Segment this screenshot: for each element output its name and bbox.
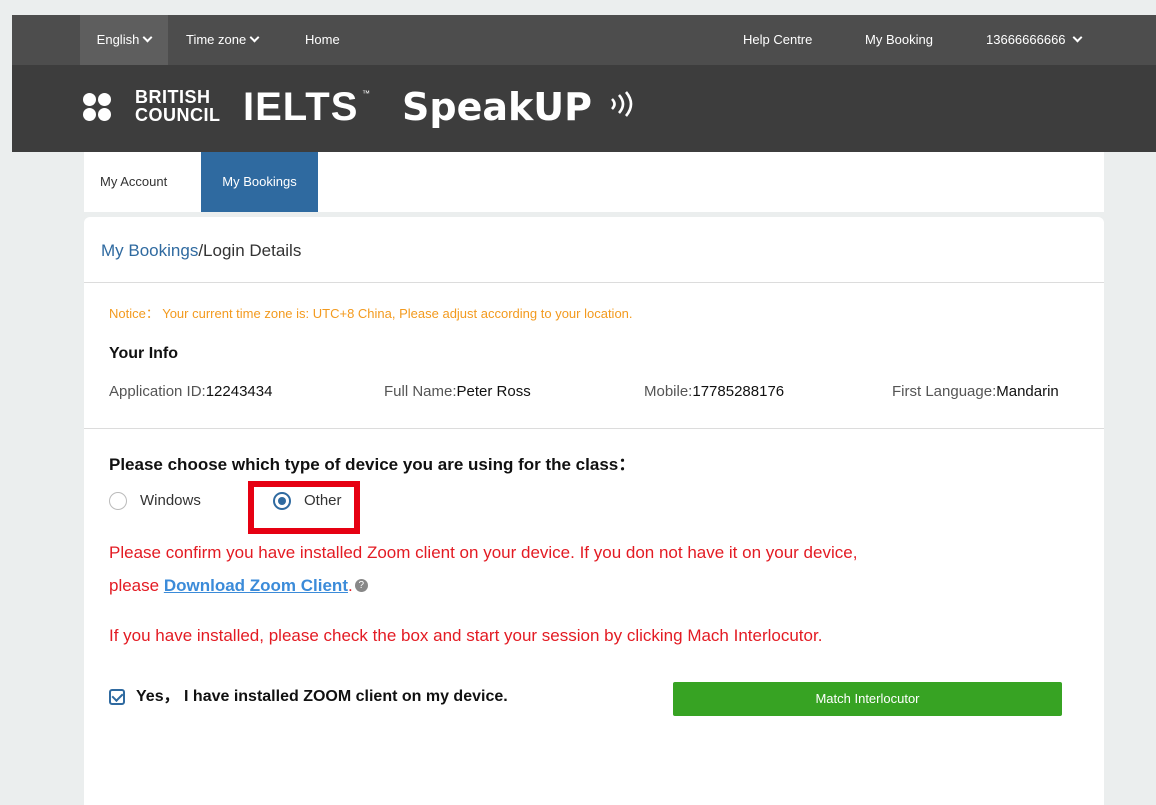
download-zoom-link[interactable]: Download Zoom Client — [164, 576, 348, 595]
speakup-logo: SpeakUP — [402, 85, 592, 129]
full-name-value: Peter Ross — [456, 383, 531, 400]
match-interlocutor-button[interactable]: Match Interlocutor — [673, 682, 1062, 716]
timezone-selector[interactable]: Time zone — [186, 15, 260, 65]
language-selector[interactable]: English — [80, 15, 168, 65]
login-details-card: My Bookings/Login Details Notice： Your c… — [84, 217, 1104, 805]
help-centre-link[interactable]: Help Centre — [743, 15, 812, 65]
council-line1: BRITISH — [135, 87, 211, 107]
british-council-dots-icon — [83, 89, 127, 127]
my-booking-link[interactable]: My Booking — [865, 15, 933, 65]
council-line2: COUNCIL — [135, 105, 221, 125]
application-id: Application ID:12243434 — [109, 383, 272, 400]
breadcrumb-my-bookings-link[interactable]: My Bookings — [101, 241, 198, 260]
breadcrumb: My Bookings/Login Details — [101, 241, 301, 261]
application-id-value: 12243434 — [205, 383, 273, 400]
language-label: English — [96, 32, 140, 47]
brand-header: BRITISH COUNCIL IELTS ™ SpeakUP — [12, 65, 1156, 152]
first-language: First Language:Mandarin — [892, 383, 1059, 400]
chevron-down-icon — [142, 32, 153, 43]
account-phone: 13666666666 — [986, 32, 1066, 47]
full-name-label: Full Name: — [384, 383, 457, 400]
zoom-warning-line3: If you have installed, please check the … — [109, 626, 823, 645]
tab-my-bookings[interactable]: My Bookings — [201, 152, 318, 212]
your-info-heading: Your Info — [109, 345, 179, 362]
account-menu[interactable]: 13666666666 — [986, 15, 1082, 65]
breadcrumb-current: /Login Details — [198, 241, 302, 260]
first-language-value: Mandarin — [996, 383, 1059, 400]
timezone-notice: Notice： Your current time zone is: UTC+8… — [109, 306, 633, 321]
application-id-label: Application ID: — [109, 383, 206, 400]
zoom-warning-line2: please Download Zoom Client.? — [109, 575, 368, 597]
zoom-warning-prefix: please — [109, 576, 164, 595]
divider — [84, 282, 1104, 283]
divider — [84, 428, 1104, 429]
device-question: Please choose which type of device you a… — [109, 455, 636, 474]
zoom-installed-label: Yes， I have installed ZOOM client on my … — [136, 688, 508, 705]
highlight-box — [248, 481, 360, 534]
full-name: Full Name:Peter Ross — [384, 383, 531, 400]
help-question-icon[interactable]: ? — [354, 579, 368, 593]
mobile-label: Mobile: — [644, 383, 693, 400]
zoom-installed-checkbox[interactable]: Yes， I have installed ZOOM client on my … — [109, 687, 508, 707]
top-nav-bar: English Time zone Home Help Centre My Bo… — [12, 15, 1156, 65]
ielts-logo: IELTS — [243, 85, 359, 129]
device-option-windows-label: Windows — [140, 492, 201, 509]
first-language-label: First Language: — [892, 383, 997, 400]
tab-my-account[interactable]: My Account — [84, 152, 201, 212]
trademark-mark: ™ — [362, 89, 370, 98]
account-tabs: My Account My Bookings — [84, 152, 1104, 212]
home-link[interactable]: Home — [305, 15, 340, 65]
zoom-warning-line1: Please confirm you have installed Zoom c… — [109, 543, 858, 562]
british-council-wordmark: BRITISH COUNCIL — [135, 88, 221, 124]
sound-waves-icon — [611, 91, 633, 117]
mobile-value: 17785288176 — [692, 383, 785, 400]
timezone-label: Time zone — [186, 32, 247, 47]
radio-unchecked-icon — [109, 492, 127, 510]
chevron-down-icon — [1072, 32, 1082, 43]
zoom-warning-suffix: . — [347, 576, 353, 595]
chevron-down-icon — [249, 32, 260, 43]
mobile: Mobile:17785288176 — [644, 383, 784, 400]
checkbox-checked-icon — [109, 689, 125, 705]
